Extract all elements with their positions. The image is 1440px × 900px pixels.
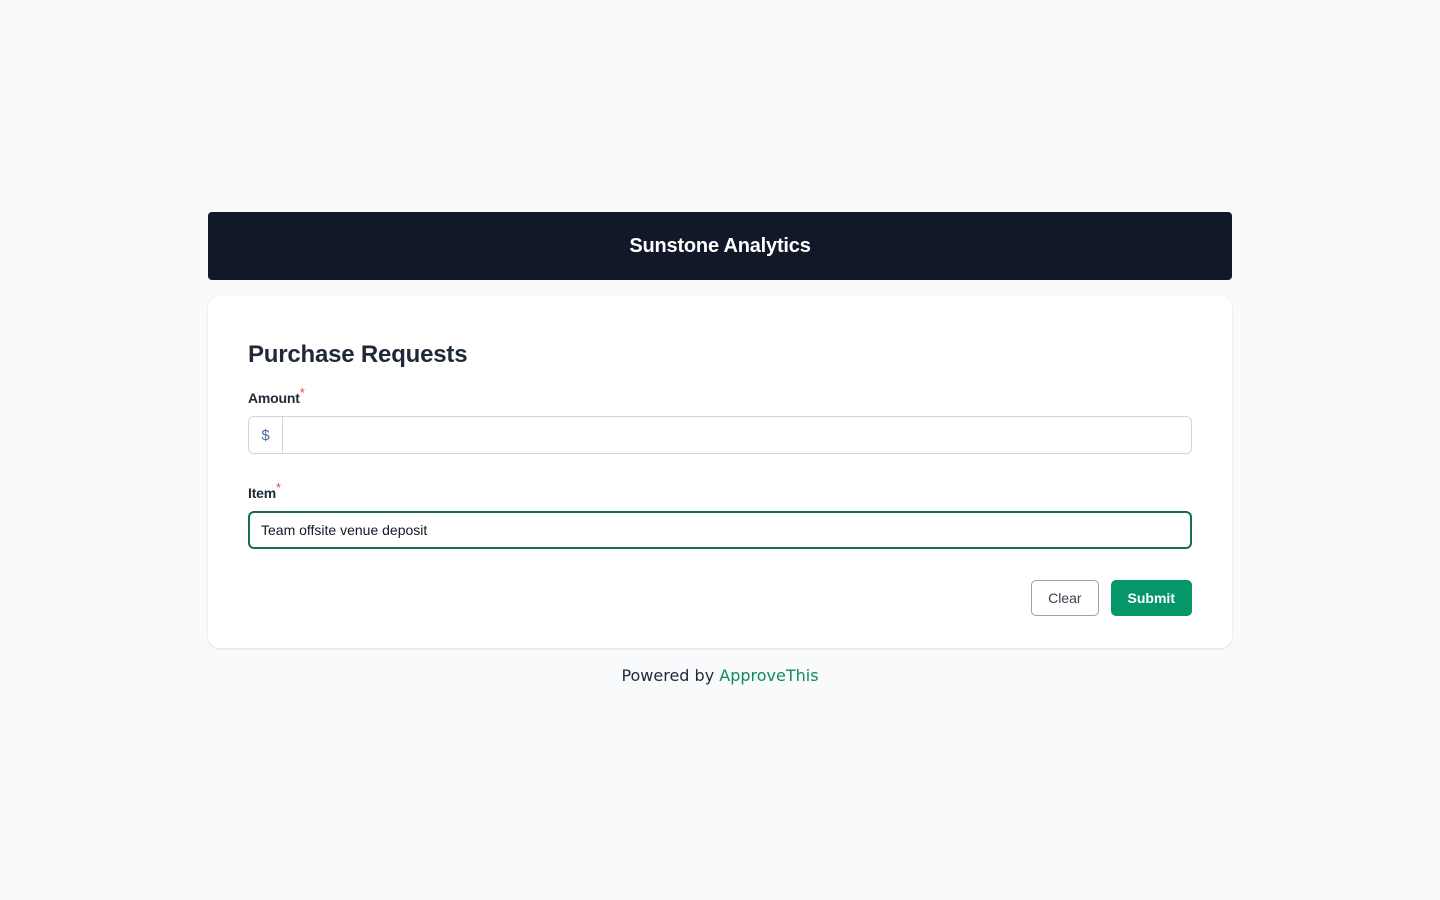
page-wrapper: Sunstone Analytics Purchase Requests Amo… [208, 212, 1232, 685]
approvethis-link[interactable]: ApproveThis [719, 666, 818, 685]
purchase-request-card: Purchase Requests Amount* $ Item* Clear … [208, 296, 1232, 648]
item-field: Item* [248, 480, 1192, 549]
item-label: Item* [248, 480, 1192, 501]
item-label-text: Item [248, 485, 276, 501]
form-title: Purchase Requests [248, 341, 468, 368]
amount-field: Amount* $ [248, 385, 1192, 454]
required-marker: * [299, 385, 305, 400]
brand-name: Sunstone Analytics [629, 234, 811, 257]
clear-button[interactable]: Clear [1031, 580, 1099, 616]
amount-input[interactable] [283, 417, 1191, 453]
required-marker: * [276, 480, 281, 495]
brand-header: Sunstone Analytics [208, 212, 1232, 280]
powered-by-text: Powered by [621, 666, 715, 685]
amount-label: Amount* [248, 385, 1192, 406]
powered-by-footer: Powered by ApproveThis [208, 666, 1232, 685]
amount-label-text: Amount [248, 390, 300, 406]
submit-button[interactable]: Submit [1110, 580, 1192, 616]
item-input[interactable] [248, 511, 1192, 549]
currency-prefix: $ [249, 417, 283, 453]
form-actions: Clear Submit [248, 580, 1192, 616]
amount-input-group: $ [248, 416, 1192, 454]
